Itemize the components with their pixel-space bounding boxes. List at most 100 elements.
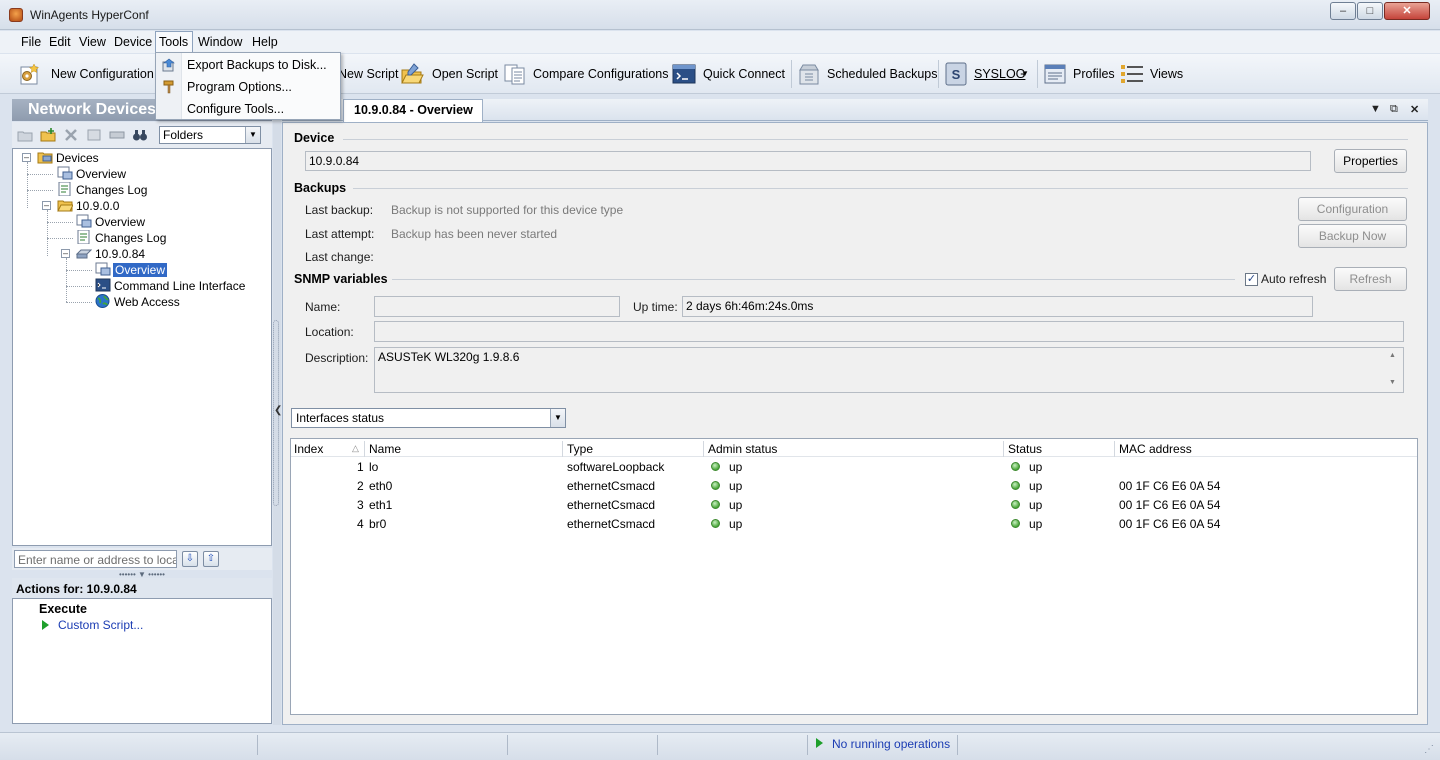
status-separator <box>657 735 658 755</box>
status-up-icon <box>1011 519 1020 528</box>
menu-window[interactable]: Window <box>198 35 242 49</box>
syslog-label: SYSLOG <box>974 67 1026 81</box>
new-folder-icon[interactable] <box>17 127 33 143</box>
devices-folder-icon <box>37 152 53 164</box>
network-devices-title: Network Devices <box>28 101 157 118</box>
cell-type: ethernetCsmacd <box>567 517 656 531</box>
export-backups-icon <box>162 58 175 72</box>
backup-now-button[interactable]: Backup Now <box>1298 224 1407 248</box>
collapse-toggle[interactable]: – <box>42 201 51 210</box>
column-header-type[interactable]: Type <box>567 442 593 456</box>
properties-icon[interactable] <box>86 127 102 143</box>
tree-node-label: 10.9.0.84 <box>95 247 146 261</box>
open-folder-icon <box>57 200 73 212</box>
restore-window-icon[interactable]: ⧉ <box>1390 103 1398 116</box>
chevron-down-icon[interactable]: ▼ <box>550 409 565 427</box>
menu-item-configure-tools[interactable]: Configure Tools... <box>187 102 284 116</box>
terminal-icon <box>95 278 111 292</box>
column-header-index[interactable]: Index <box>294 442 323 456</box>
cell-admin-status: up <box>729 479 743 493</box>
panel-splitter-grip[interactable]: •••••• ▼ •••••• <box>104 570 180 579</box>
description-label: Description: <box>305 351 369 365</box>
views-label: Views <box>1150 67 1184 81</box>
arrow-up-icon[interactable]: ⇧ <box>203 551 219 567</box>
chevron-down-icon[interactable]: ▼ <box>245 127 260 143</box>
table-row[interactable] <box>291 496 1417 515</box>
column-separator[interactable] <box>364 441 365 457</box>
tree-line <box>47 210 48 256</box>
scroll-up-icon[interactable]: ▲ <box>1389 352 1396 359</box>
locate-device-input[interactable]: Enter name or address to locate d <box>14 550 177 568</box>
menu-help[interactable]: Help <box>252 35 278 49</box>
toolbar-separator <box>791 60 792 88</box>
open-script-button[interactable]: Open Script <box>400 62 498 86</box>
quick-connect-button[interactable]: Quick Connect <box>672 62 786 86</box>
cell-mac-address: 00 1F C6 E6 0A 54 <box>1119 517 1221 531</box>
add-device-icon[interactable] <box>40 127 56 143</box>
compare-documents-icon <box>504 64 525 85</box>
new-script-button[interactable]: New Script <box>338 62 398 86</box>
column-header-status[interactable]: Status <box>1008 442 1042 456</box>
minimize-button[interactable]: – <box>1330 2 1356 20</box>
toolbar-separator <box>938 60 939 88</box>
find-binoculars-icon[interactable] <box>132 127 148 143</box>
configuration-history-button[interactable]: Configuration History <box>1298 197 1407 238</box>
menu-file[interactable]: File <box>21 35 41 49</box>
cell-mac-address: 00 1F C6 E6 0A 54 <box>1119 479 1221 493</box>
tab-list-dropdown-icon[interactable]: ▼ <box>1370 103 1381 115</box>
collapse-toggle[interactable]: – <box>61 249 70 258</box>
menu-item-export-backups[interactable]: Export Backups to Disk... <box>187 58 327 72</box>
refresh-button[interactable]: Refresh <box>1334 267 1407 291</box>
tools-dropdown-menu: Export Backups to Disk... Program Option… <box>155 52 341 120</box>
tree-line <box>66 302 92 303</box>
column-header-admin-status[interactable]: Admin status <box>708 442 777 456</box>
menu-tools[interactable]: Tools <box>159 35 188 49</box>
new-configuration-icon <box>20 63 40 85</box>
views-button[interactable]: Views <box>1120 62 1184 86</box>
close-button[interactable]: ✕ <box>1384 2 1430 20</box>
column-header-mac-address[interactable]: MAC address <box>1119 442 1192 456</box>
cell-index: 2 <box>357 479 364 493</box>
column-header-name[interactable]: Name <box>369 442 401 456</box>
folders-combobox-value: Folders <box>163 128 204 142</box>
profiles-button[interactable]: Profiles <box>1043 62 1117 86</box>
column-separator[interactable] <box>1114 441 1115 457</box>
overview-icon <box>57 166 73 180</box>
menu-edit[interactable]: Edit <box>49 35 71 49</box>
properties-button[interactable]: Properties <box>1334 149 1407 173</box>
custom-script-link[interactable]: Custom Script... <box>58 618 143 632</box>
resize-grip-icon[interactable]: ⋰ <box>1424 744 1434 755</box>
description-value: ASUSTeK WL320g 1.9.8.6 <box>378 350 520 364</box>
column-separator[interactable] <box>1003 441 1004 457</box>
cell-admin-status: up <box>729 498 743 512</box>
tree-node-label: Web Access <box>114 295 180 309</box>
table-row[interactable] <box>291 515 1417 534</box>
tree-node-label: Changes Log <box>95 231 167 245</box>
close-tab-icon[interactable]: ✕ <box>1410 103 1419 116</box>
syslog-button[interactable]: S SYSLOG ▼ <box>944 62 1032 86</box>
table-row[interactable] <box>291 458 1417 477</box>
menu-view[interactable]: View <box>79 35 106 49</box>
scheduled-backups-button[interactable]: Scheduled Backups <box>797 62 938 86</box>
scroll-down-icon[interactable]: ▼ <box>1389 379 1396 386</box>
menu-item-program-options[interactable]: Program Options... <box>187 80 292 94</box>
table-row[interactable] <box>291 477 1417 496</box>
last-backup-label: Last backup: <box>305 203 374 217</box>
maximize-button[interactable]: □ <box>1357 2 1383 20</box>
menu-device[interactable]: Device <box>114 35 152 49</box>
status-up-icon <box>711 462 720 471</box>
column-separator[interactable] <box>703 441 704 457</box>
delete-icon[interactable] <box>63 127 79 143</box>
view-selector-value: Interfaces status <box>296 411 385 425</box>
column-separator[interactable] <box>562 441 563 457</box>
collapse-toggle[interactable]: – <box>22 153 31 162</box>
tree-line <box>27 190 53 191</box>
toolbar-separator <box>1037 60 1038 88</box>
compare-configurations-button[interactable]: Compare Configurations <box>503 62 669 86</box>
dropdown-arrow-icon[interactable]: ▼ <box>1021 69 1029 78</box>
auto-refresh-checkbox[interactable]: ✓ <box>1245 273 1258 286</box>
connect-icon[interactable] <box>109 127 125 143</box>
new-configuration-button[interactable]: New Configuration <box>18 62 158 86</box>
arrow-down-icon[interactable]: ⇩ <box>182 551 198 567</box>
status-text[interactable]: No running operations <box>832 737 950 751</box>
